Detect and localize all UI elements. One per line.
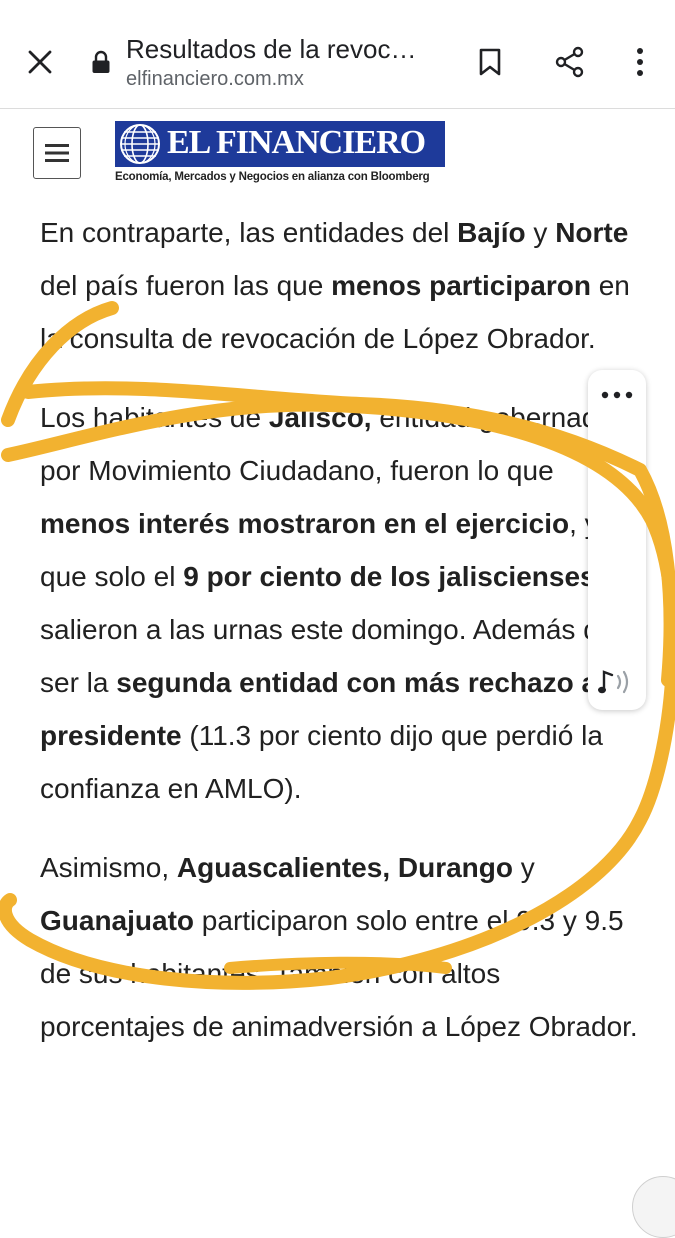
- floating-action-panel: [588, 370, 646, 710]
- page-title[interactable]: Resultados de la revoc…: [126, 34, 416, 65]
- share-icon: [555, 46, 584, 78]
- globe-icon: [120, 124, 160, 164]
- tagline-text: Economía, Mercados y Negocios en alianza…: [115, 171, 368, 183]
- page-url[interactable]: elfinanciero.com.mx: [126, 68, 304, 91]
- logo-text: EL FINANCIERO: [167, 124, 426, 161]
- text-run: y: [525, 217, 556, 248]
- overflow-menu-button[interactable]: [618, 38, 662, 86]
- paragraph-2: Los habitantes de Jalisco, entidad gober…: [40, 391, 640, 815]
- bold-run: menos participaron: [331, 270, 591, 301]
- logo-tagline: Economía, Mercados y Negocios en alianza…: [115, 171, 430, 183]
- bold-run: Jalisco,: [268, 402, 372, 433]
- text-run: En contraparte, las entidades del: [40, 217, 458, 248]
- text-run: y: [513, 852, 535, 883]
- panel-more-button[interactable]: [592, 378, 642, 412]
- close-icon: [28, 50, 52, 74]
- article-body: En contraparte, las entidades del Bajío …: [40, 206, 640, 1053]
- more-horiz-icon: [601, 391, 633, 399]
- share-button[interactable]: [546, 38, 594, 86]
- bold-run: menos interés mostraron en el ejercicio: [40, 508, 570, 539]
- bold-run: Durango: [397, 852, 513, 883]
- site-logo[interactable]: EL FINANCIERO Economía, Mercados y Negoc…: [115, 121, 445, 187]
- hamburger-icon: [45, 144, 69, 162]
- bookmark-icon: [479, 48, 501, 76]
- close-button[interactable]: [16, 38, 64, 86]
- site-menu-button[interactable]: [33, 127, 81, 179]
- listen-audio-icon: [598, 670, 629, 694]
- text-run: Los habitantes de: [40, 402, 269, 433]
- bold-run: 9 por ciento de los jaliscienses: [183, 561, 596, 592]
- bold-run: Bajío: [457, 217, 526, 248]
- more-vert-icon: [637, 48, 643, 76]
- paragraph-1: En contraparte, las entidades del Bajío …: [40, 206, 640, 365]
- lock-icon: [92, 50, 110, 73]
- bookmark-button[interactable]: [466, 38, 514, 86]
- paragraph-3: Asimismo, Aguascalientes, Durango y Guan…: [40, 841, 640, 1053]
- text-run: ,: [382, 852, 398, 883]
- bold-run: Norte: [555, 217, 629, 248]
- floating-corner-button[interactable]: [632, 1176, 675, 1238]
- bold-run: Guanajuato: [40, 905, 195, 936]
- text-run: del país fueron las que: [40, 270, 332, 301]
- tagline-brand: Bloomberg: [370, 171, 430, 183]
- text-run: Asimismo,: [40, 852, 177, 883]
- bold-run: Aguascalientes: [176, 852, 383, 883]
- listen-button[interactable]: [592, 662, 642, 702]
- logo-banner: EL FINANCIERO: [115, 121, 445, 167]
- browser-toolbar: Resultados de la revoc… elfinanciero.com…: [0, 0, 675, 109]
